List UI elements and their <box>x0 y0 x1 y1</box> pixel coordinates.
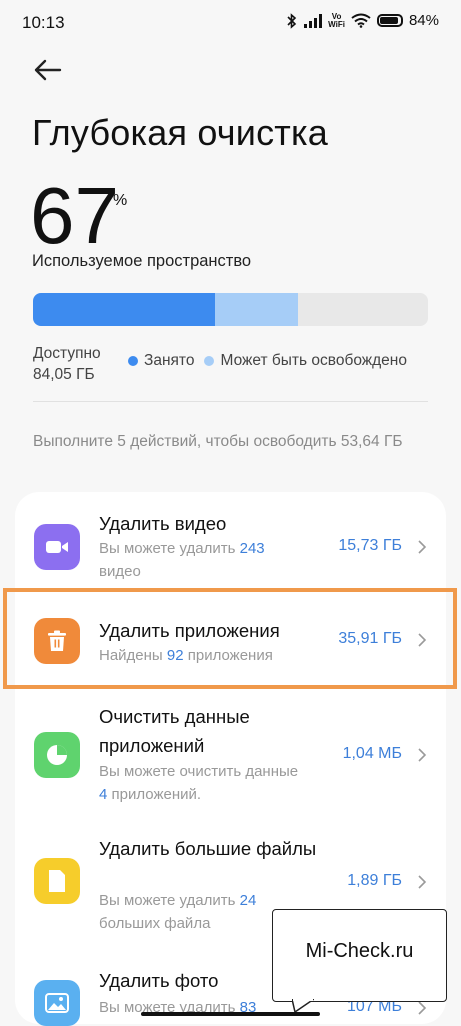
action-size: 1,04 МБ <box>342 745 402 762</box>
action-title: Удалить видео <box>99 513 227 534</box>
used-space-label: Используемое пространство <box>32 252 252 270</box>
usage-bar-used <box>33 293 215 326</box>
action-size: 15,73 ГБ <box>338 537 402 554</box>
available-block: Доступно 84,05 ГБ <box>33 343 101 385</box>
chevron-right-icon <box>418 875 427 889</box>
percent-sign: % <box>113 192 128 209</box>
storage-usage-bar <box>33 293 428 326</box>
vowifi-icon: Vo WiFi <box>328 11 345 29</box>
pie-chart-icon <box>34 732 80 778</box>
legend-used: Занято <box>144 352 195 369</box>
used-dot-icon <box>128 356 138 366</box>
divider <box>33 401 428 402</box>
usage-percent: 67 <box>30 171 119 260</box>
action-clear-app-data[interactable]: Очистить данные приложений Вы можете очи… <box>15 698 446 818</box>
watermark-callout: Mi-Check.ru <box>272 909 447 1002</box>
cleanup-hint: Выполните 5 действий, чтобы освободить 5… <box>33 433 403 450</box>
usage-legend: Занято Может быть освобождено <box>128 352 407 370</box>
available-value: 84,05 ГБ <box>33 366 95 383</box>
page-title: Глубокая очистка <box>32 112 328 153</box>
action-desc: Вы можете очистить данные 4 приложений. <box>99 763 299 803</box>
chevron-right-icon <box>418 1001 427 1015</box>
signal-icon <box>304 13 323 28</box>
home-indicator[interactable] <box>141 1012 320 1016</box>
back-arrow-icon[interactable] <box>30 52 66 88</box>
action-delete-videos[interactable]: Удалить видео Вы можете удалить 243 виде… <box>15 506 446 594</box>
action-title: Удалить большие файлы <box>99 838 317 859</box>
video-icon <box>34 524 80 570</box>
chevron-right-icon <box>418 540 427 554</box>
legend-freeable: Может быть освобождено <box>220 352 407 369</box>
freeable-dot-icon <box>204 356 215 366</box>
image-icon <box>34 980 80 1026</box>
bluetooth-icon <box>287 12 297 29</box>
battery-icon <box>376 14 403 27</box>
chevron-right-icon <box>418 748 427 762</box>
action-size: 1,89 ГБ <box>347 872 402 889</box>
highlight-frame <box>3 588 457 689</box>
status-icons: Vo WiFi 84% <box>286 12 439 29</box>
battery-level: 84% <box>408 12 439 29</box>
status-bar: 10:13 Vo WiFi 84% <box>0 0 461 46</box>
available-label: Доступно <box>33 345 101 362</box>
file-icon <box>34 858 80 904</box>
status-time: 10:13 <box>22 13 65 32</box>
usage-bar-freeable <box>214 293 298 326</box>
callout-tail <box>292 999 314 1013</box>
wifi-icon <box>351 13 371 28</box>
action-desc: Вы можете удалить 243 видео <box>99 540 265 580</box>
watermark-text: Mi-Check.ru <box>305 940 414 962</box>
action-title: Очистить данные приложений <box>99 706 250 756</box>
